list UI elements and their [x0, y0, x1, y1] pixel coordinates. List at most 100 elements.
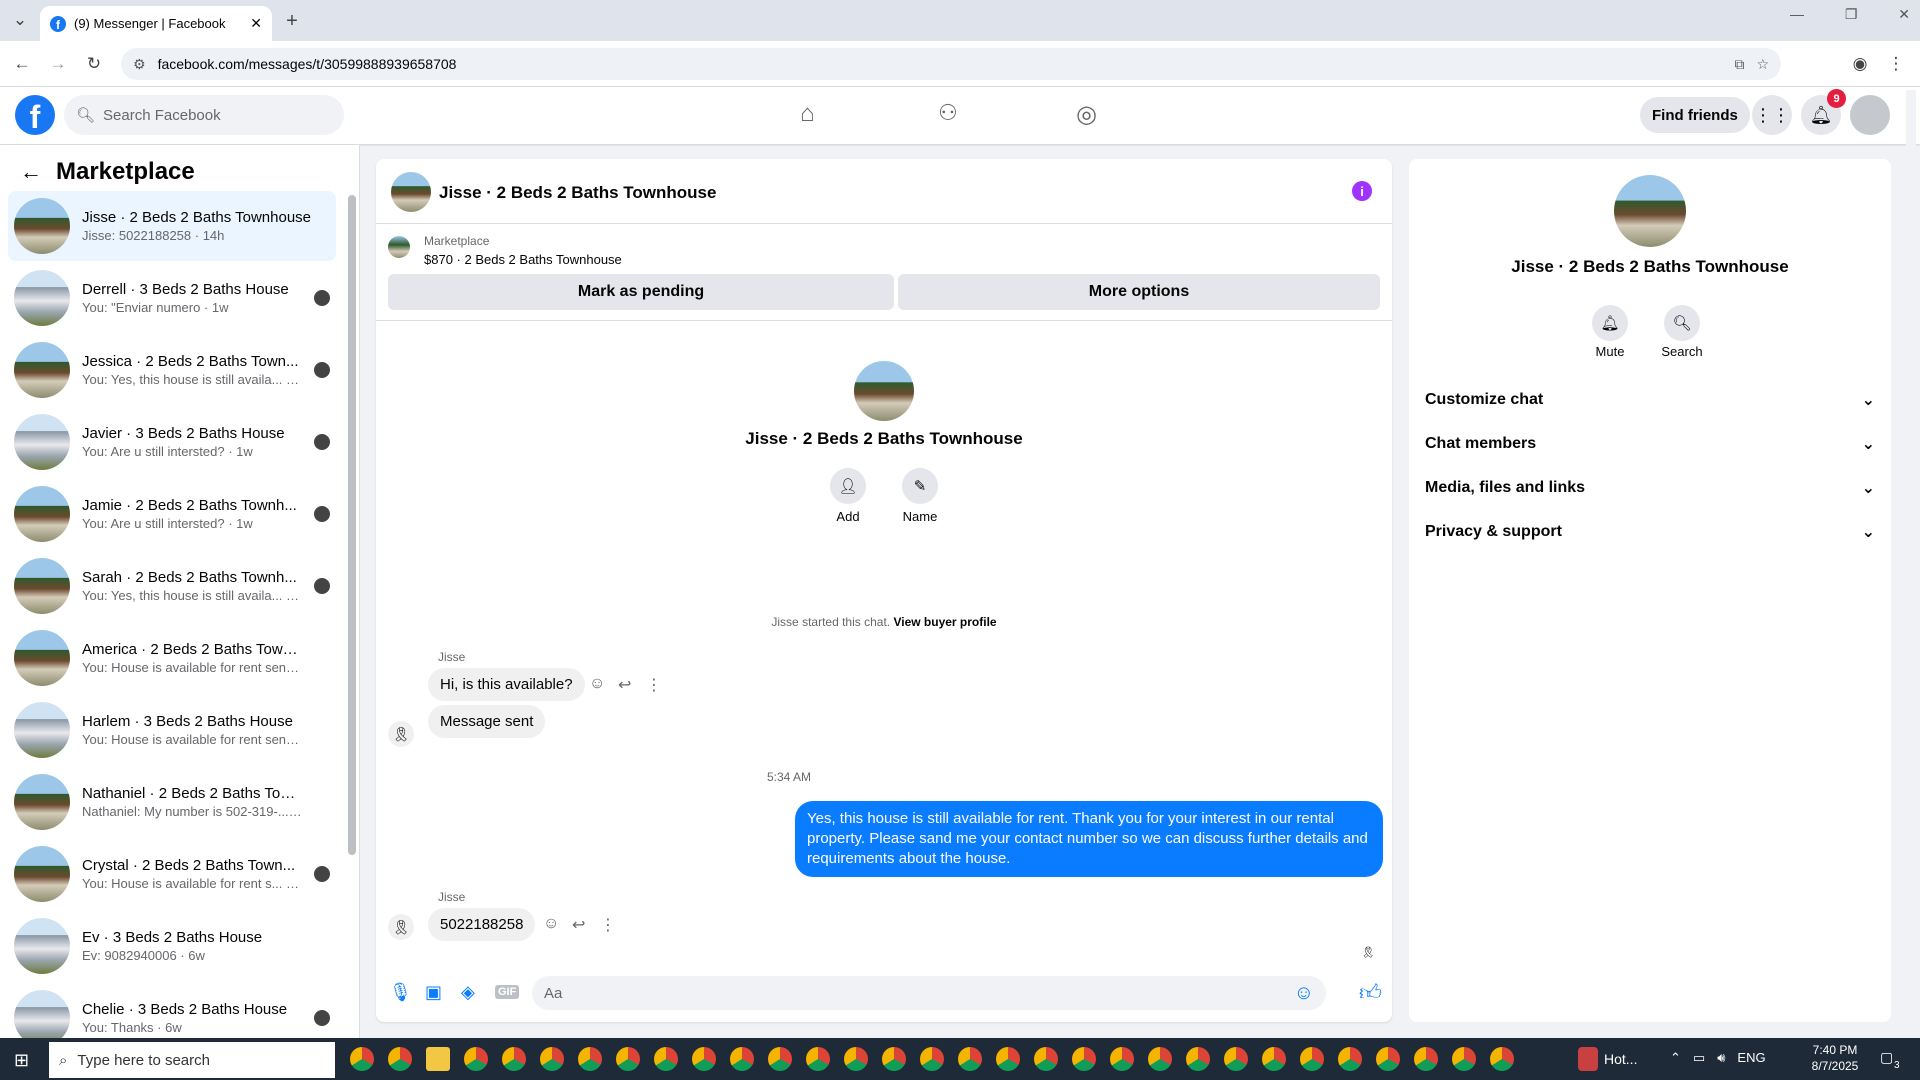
- sender-avatar-icon[interactable]: 🎗︎: [388, 721, 414, 747]
- back-icon[interactable]: ←: [8, 50, 36, 78]
- conversation-item[interactable]: America · 2 Beds 2 Baths Townh... You: Ho…: [8, 623, 336, 693]
- windows-start-icon[interactable]: ⊞: [14, 1050, 29, 1071]
- edit-name-icon[interactable]: ✎: [902, 468, 938, 504]
- conversation-item[interactable]: Jessica · 2 Beds 2 Baths Town... You: Yes…: [8, 335, 336, 405]
- home-icon[interactable]: ⌂: [800, 100, 815, 128]
- notification-center-icon[interactable]: ▢: [1880, 1049, 1893, 1066]
- facebook-search-input[interactable]: 🔍︎ Search Facebook: [64, 95, 344, 135]
- back-arrow-icon[interactable]: ←: [20, 159, 42, 185]
- chrome-app-icon[interactable]: [1376, 1047, 1400, 1071]
- file-explorer-icon[interactable]: [426, 1047, 450, 1071]
- thumbs-up-icon[interactable]: 👍︎: [1359, 979, 1382, 1006]
- privacy-support-section[interactable]: Privacy & support ⌄: [1425, 514, 1875, 550]
- chrome-app-icon[interactable]: [1414, 1047, 1438, 1071]
- site-info-icon[interactable]: ⚙: [133, 56, 146, 73]
- restore-icon[interactable]: ❐: [1845, 6, 1858, 23]
- chrome-app-icon[interactable]: [1452, 1047, 1476, 1071]
- weather-icon[interactable]: [1578, 1047, 1598, 1071]
- close-window-icon[interactable]: ✕: [1898, 6, 1910, 23]
- find-friends-button[interactable]: Find friends: [1640, 97, 1750, 133]
- conversation-item[interactable]: Nathaniel · 2 Beds 2 Baths Town... Nathan…: [8, 767, 336, 837]
- chrome-app-icon[interactable]: [1110, 1047, 1134, 1071]
- profile-avatar[interactable]: [854, 361, 914, 421]
- chrome-app-icon[interactable]: [1072, 1047, 1096, 1071]
- react-smiley-icon[interactable]: ☺: [543, 915, 559, 933]
- reply-icon[interactable]: ↩: [618, 675, 631, 695]
- gif-icon[interactable]: GIF: [495, 985, 520, 999]
- chrome-app-icon[interactable]: [1262, 1047, 1286, 1071]
- chrome-app-icon[interactable]: [1224, 1047, 1248, 1071]
- chrome-app-icon[interactable]: [730, 1047, 754, 1071]
- chrome-app-icon[interactable]: [1490, 1047, 1514, 1071]
- close-tab-icon[interactable]: ✕: [250, 15, 262, 32]
- incoming-message[interactable]: Hi, is this available?: [428, 668, 585, 701]
- sidebar-scrollbar[interactable]: [348, 195, 356, 855]
- chat-title[interactable]: Jisse · 2 Beds 2 Baths Townhouse: [439, 183, 716, 203]
- chrome-app-icon[interactable]: [882, 1047, 906, 1071]
- new-tab-button[interactable]: +: [278, 7, 306, 35]
- listing-price[interactable]: $870 · 2 Beds 2 Baths Townhouse: [424, 252, 622, 267]
- chrome-app-icon[interactable]: [654, 1047, 678, 1071]
- chrome-app-icon[interactable]: [806, 1047, 830, 1071]
- chrome-app-icon[interactable]: [1148, 1047, 1172, 1071]
- tray-chevron-icon[interactable]: ⌃: [1670, 1050, 1681, 1066]
- friends-icon[interactable]: ⚇: [938, 100, 958, 126]
- network-icon[interactable]: ▭: [1693, 1050, 1705, 1066]
- tab-search-chevron-icon[interactable]: ⌄: [6, 6, 34, 34]
- address-bar[interactable]: ⚙ facebook.com/messages/t/30599888939658…: [121, 48, 1781, 80]
- details-avatar[interactable]: [1614, 175, 1686, 247]
- weather-text[interactable]: Hot...: [1604, 1051, 1637, 1067]
- incoming-message[interactable]: 5022188258: [428, 908, 536, 941]
- chrome-app-icon[interactable]: [1338, 1047, 1362, 1071]
- groups-icon[interactable]: ◎: [1076, 100, 1097, 129]
- minimize-icon[interactable]: —: [1790, 6, 1804, 23]
- media-files-section[interactable]: Media, files and links ⌄: [1425, 470, 1875, 506]
- chrome-app-icon[interactable]: [578, 1047, 602, 1071]
- outgoing-message[interactable]: Yes, this house is still available for r…: [795, 801, 1383, 877]
- conversation-item[interactable]: Derrell · 3 Beds 2 Baths House You: "Envi…: [8, 263, 336, 333]
- chrome-app-icon[interactable]: [996, 1047, 1020, 1071]
- browser-menu-icon[interactable]: ⋮: [1882, 50, 1910, 78]
- clock[interactable]: 7:40 PM 8/7/2025: [1802, 1042, 1868, 1074]
- chrome-app-icon[interactable]: [502, 1047, 526, 1071]
- chrome-app-icon[interactable]: [1186, 1047, 1210, 1071]
- conversation-item[interactable]: Harlem · 3 Beds 2 Baths House You: House …: [8, 695, 336, 765]
- listing-thumbnail[interactable]: [388, 236, 410, 258]
- chrome-app-icon[interactable]: [540, 1047, 564, 1071]
- incoming-message[interactable]: Message sent: [428, 705, 546, 738]
- react-smiley-icon[interactable]: ☺: [589, 675, 605, 693]
- chrome-app-icon[interactable]: [464, 1047, 488, 1071]
- chrome-app-icon[interactable]: [388, 1047, 412, 1071]
- chat-members-section[interactable]: Chat members ⌄: [1425, 426, 1875, 462]
- conversation-item[interactable]: Crystal · 2 Beds 2 Baths Town... You: Hou…: [8, 839, 336, 909]
- language-indicator[interactable]: ENG: [1737, 1050, 1765, 1066]
- browser-tab[interactable]: f (9) Messenger | Facebook ✕: [40, 6, 272, 41]
- chrome-app-icon[interactable]: [616, 1047, 640, 1071]
- volume-icon[interactable]: 🔊︎: [1717, 1050, 1725, 1066]
- conversation-item[interactable]: Chelie · 3 Beds 2 Baths House You: Thanks…: [8, 983, 336, 1038]
- view-buyer-profile-link[interactable]: View buyer profile: [893, 615, 996, 629]
- chrome-app-icon[interactable]: [768, 1047, 792, 1071]
- chrome-app-icon[interactable]: [920, 1047, 944, 1071]
- conversation-item[interactable]: Sarah · 2 Beds 2 Baths Townh... You: Yes,…: [8, 551, 336, 621]
- add-person-icon[interactable]: 👤︎: [830, 468, 866, 504]
- sender-avatar-icon[interactable]: 🎗︎: [388, 914, 414, 940]
- facebook-logo-icon[interactable]: f: [15, 95, 55, 135]
- conversation-item[interactable]: Ev · 3 Beds 2 Baths House Ev: 9082940006 …: [8, 911, 336, 981]
- info-icon[interactable]: i: [1352, 181, 1372, 201]
- chrome-app-icon[interactable]: [692, 1047, 716, 1071]
- conversation-item[interactable]: Jisse · 2 Beds 2 Baths Townhouse Jisse: 5…: [8, 191, 336, 261]
- message-input[interactable]: Aa ☺: [532, 976, 1326, 1010]
- chrome-app-icon[interactable]: [844, 1047, 868, 1071]
- bookmark-star-icon[interactable]: ☆: [1756, 56, 1769, 73]
- forward-icon[interactable]: →: [44, 50, 72, 78]
- chrome-app-icon[interactable]: [1300, 1047, 1324, 1071]
- install-app-icon[interactable]: ⧉: [1734, 56, 1744, 73]
- account-avatar[interactable]: [1850, 95, 1890, 135]
- search-icon[interactable]: 🔍︎: [1664, 305, 1700, 341]
- page-scrollbar[interactable]: [1906, 90, 1916, 1035]
- photo-icon[interactable]: ▣: [425, 982, 442, 1003]
- chat-avatar[interactable]: [391, 172, 431, 212]
- microphone-icon[interactable]: 🎙︎: [389, 982, 412, 1003]
- customize-chat-section[interactable]: Customize chat ⌄: [1425, 382, 1875, 418]
